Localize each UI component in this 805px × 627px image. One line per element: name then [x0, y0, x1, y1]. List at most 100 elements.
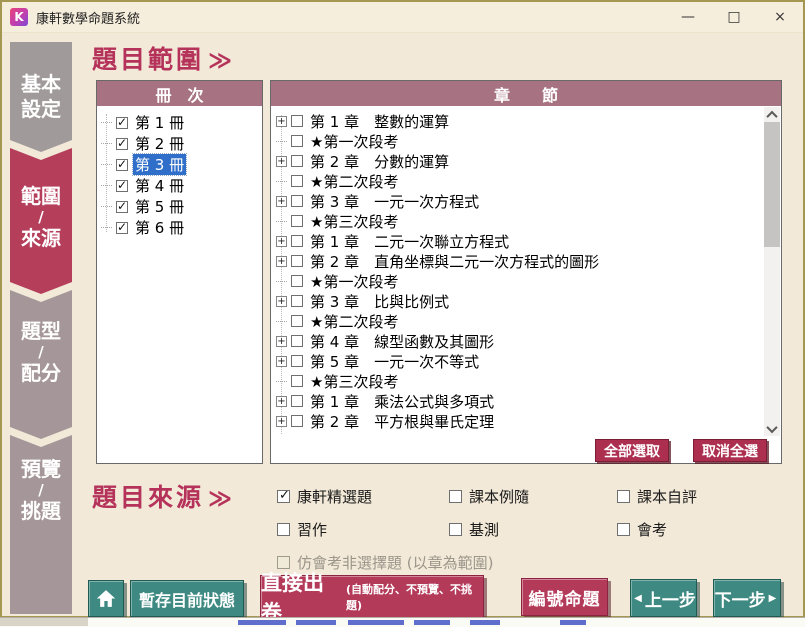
chapter-item[interactable]: 第 3 章 比與比例式: [272, 291, 764, 311]
chapter-checkbox[interactable]: [291, 115, 303, 127]
tree-line: [276, 381, 287, 382]
volume-checkbox[interactable]: [116, 180, 128, 192]
previous-step-button[interactable]: ◀ 上一步: [630, 579, 697, 617]
source-option-comprehensive-exam[interactable]: 會考: [617, 519, 667, 540]
save-current-state-button[interactable]: 暫存目前狀態: [130, 580, 244, 617]
chapter-item[interactable]: 第 5 章 一元一次不等式: [272, 351, 764, 371]
source-checkbox[interactable]: [617, 523, 630, 536]
source-checkbox[interactable]: [449, 490, 462, 503]
expand-icon[interactable]: [276, 236, 287, 247]
source-option-label: 課本自評: [637, 486, 697, 507]
source-option-textbook-selfcheck[interactable]: 課本自評: [617, 486, 697, 507]
sidebar-tab-basic-settings[interactable]: 基本 設定: [10, 42, 72, 152]
expand-icon[interactable]: [276, 256, 287, 267]
chapter-checkbox[interactable]: [291, 215, 303, 227]
tree-line: [101, 164, 112, 165]
chapter-item[interactable]: ★第二次段考: [272, 311, 764, 331]
expand-icon[interactable]: [276, 356, 287, 367]
tree-line: [101, 143, 112, 144]
scrollbar-thumb[interactable]: [764, 122, 780, 247]
chapter-checkbox[interactable]: [291, 275, 303, 287]
expand-icon[interactable]: [276, 336, 287, 347]
volume-checkbox[interactable]: [116, 201, 128, 213]
expand-icon[interactable]: [276, 396, 287, 407]
chapter-checkbox[interactable]: [291, 295, 303, 307]
right-arrow-icon: ▶: [769, 593, 777, 604]
volume-label: 第 5 冊: [133, 196, 186, 217]
chapter-item[interactable]: 第 2 章 直角坐標與二元一次方程式的圖形: [272, 251, 764, 271]
volume-item[interactable]: 第 2 冊: [97, 133, 262, 154]
volume-checkbox[interactable]: [116, 117, 128, 129]
close-icon[interactable]: ×: [757, 2, 803, 32]
expand-icon[interactable]: [276, 416, 287, 427]
source-checkbox[interactable]: [617, 490, 630, 503]
volume-item[interactable]: 第 1 冊: [97, 112, 262, 133]
volume-checkbox[interactable]: [116, 159, 128, 171]
sidebar-tab-preview-pick[interactable]: 預覽 / 挑題: [10, 435, 72, 614]
select-all-button[interactable]: 全部選取: [595, 439, 669, 462]
chapter-item[interactable]: ★第二次段考: [272, 171, 764, 191]
volume-item[interactable]: 第 6 冊: [97, 217, 262, 238]
source-option-textbook-examples[interactable]: 課本例隨: [449, 486, 529, 507]
direct-export-button[interactable]: 直接出卷 (自動配分、不預覽、不挑題): [260, 575, 484, 618]
next-step-button[interactable]: 下一步 ▶: [713, 579, 781, 617]
expand-icon[interactable]: [276, 116, 287, 127]
chapter-checkbox[interactable]: [291, 395, 303, 407]
home-button[interactable]: [88, 580, 124, 617]
chapter-item[interactable]: 第 4 章 線型函數及其圖形: [272, 331, 764, 351]
chapter-checkbox[interactable]: [291, 375, 303, 387]
tree-line: [276, 141, 287, 142]
source-option-label: 課本例隨: [469, 486, 529, 507]
chapter-checkbox[interactable]: [291, 135, 303, 147]
volume-item[interactable]: 第 5 冊: [97, 196, 262, 217]
chapter-item[interactable]: 第 2 章 分數的運算: [272, 151, 764, 171]
chapter-label: 第 5 章 一元一次不等式: [308, 351, 481, 372]
chapter-checkbox[interactable]: [291, 315, 303, 327]
source-checkbox[interactable]: [277, 523, 290, 536]
scroll-up-icon[interactable]: [764, 107, 780, 122]
minimize-icon[interactable]: —: [665, 2, 711, 32]
volume-item-selected[interactable]: 第 3 冊: [97, 154, 262, 175]
source-option-basic-test[interactable]: 基測: [449, 519, 499, 540]
chapter-item[interactable]: ★第一次段考: [272, 271, 764, 291]
numbered-exam-button[interactable]: 編號命題: [521, 578, 608, 616]
source-option-kanghsuan-selected[interactable]: 康軒精選題: [277, 486, 372, 507]
chapter-item[interactable]: 第 3 章 一元一次方程式: [272, 191, 764, 211]
source-checkbox[interactable]: [277, 490, 290, 503]
window-controls: — □ ×: [665, 2, 803, 32]
source-section-title: 題目來源≫: [92, 478, 232, 514]
expand-icon[interactable]: [276, 156, 287, 167]
volume-checkbox[interactable]: [116, 138, 128, 150]
chapter-item[interactable]: 第 2 章 平方根與畢氏定理: [272, 411, 764, 431]
chapter-checkbox[interactable]: [291, 155, 303, 167]
chapter-item[interactable]: ★第三次段考: [272, 371, 764, 391]
chapter-checkbox[interactable]: [291, 335, 303, 347]
expand-icon[interactable]: [276, 196, 287, 207]
chapter-item[interactable]: 第 1 章 整數的運算: [272, 111, 764, 131]
chapter-item[interactable]: 第 1 章 乘法公式與多項式: [272, 391, 764, 411]
source-option-workbook[interactable]: 習作: [277, 519, 327, 540]
chapter-item[interactable]: 第 1 章 二元一次聯立方程式: [272, 231, 764, 251]
tree-line: [101, 227, 112, 228]
chapter-checkbox[interactable]: [291, 195, 303, 207]
deselect-all-button[interactable]: 取消全選: [693, 439, 767, 462]
expand-icon[interactable]: [276, 296, 287, 307]
source-checkbox[interactable]: [449, 523, 462, 536]
chapter-checkbox[interactable]: [291, 235, 303, 247]
chapter-checkbox[interactable]: [291, 355, 303, 367]
chapter-checkbox[interactable]: [291, 175, 303, 187]
maximize-icon[interactable]: □: [711, 2, 757, 32]
tab-label: /: [38, 482, 43, 499]
tab-label: 挑題: [21, 499, 61, 524]
chapter-checkbox[interactable]: [291, 415, 303, 427]
source-title-text: 題目來源: [92, 483, 204, 512]
sidebar-tab-range-source[interactable]: 範圍 / 來源: [10, 148, 72, 294]
chapter-item[interactable]: ★第三次段考: [272, 211, 764, 231]
chapter-checkbox[interactable]: [291, 255, 303, 267]
chapter-item[interactable]: ★第一次段考: [272, 131, 764, 151]
volume-item[interactable]: 第 4 冊: [97, 175, 262, 196]
sidebar-tab-question-type[interactable]: 題型 / 配分: [10, 290, 72, 439]
scroll-down-icon[interactable]: [764, 421, 780, 436]
volume-checkbox[interactable]: [116, 222, 128, 234]
chapter-scrollbar[interactable]: [764, 107, 780, 436]
